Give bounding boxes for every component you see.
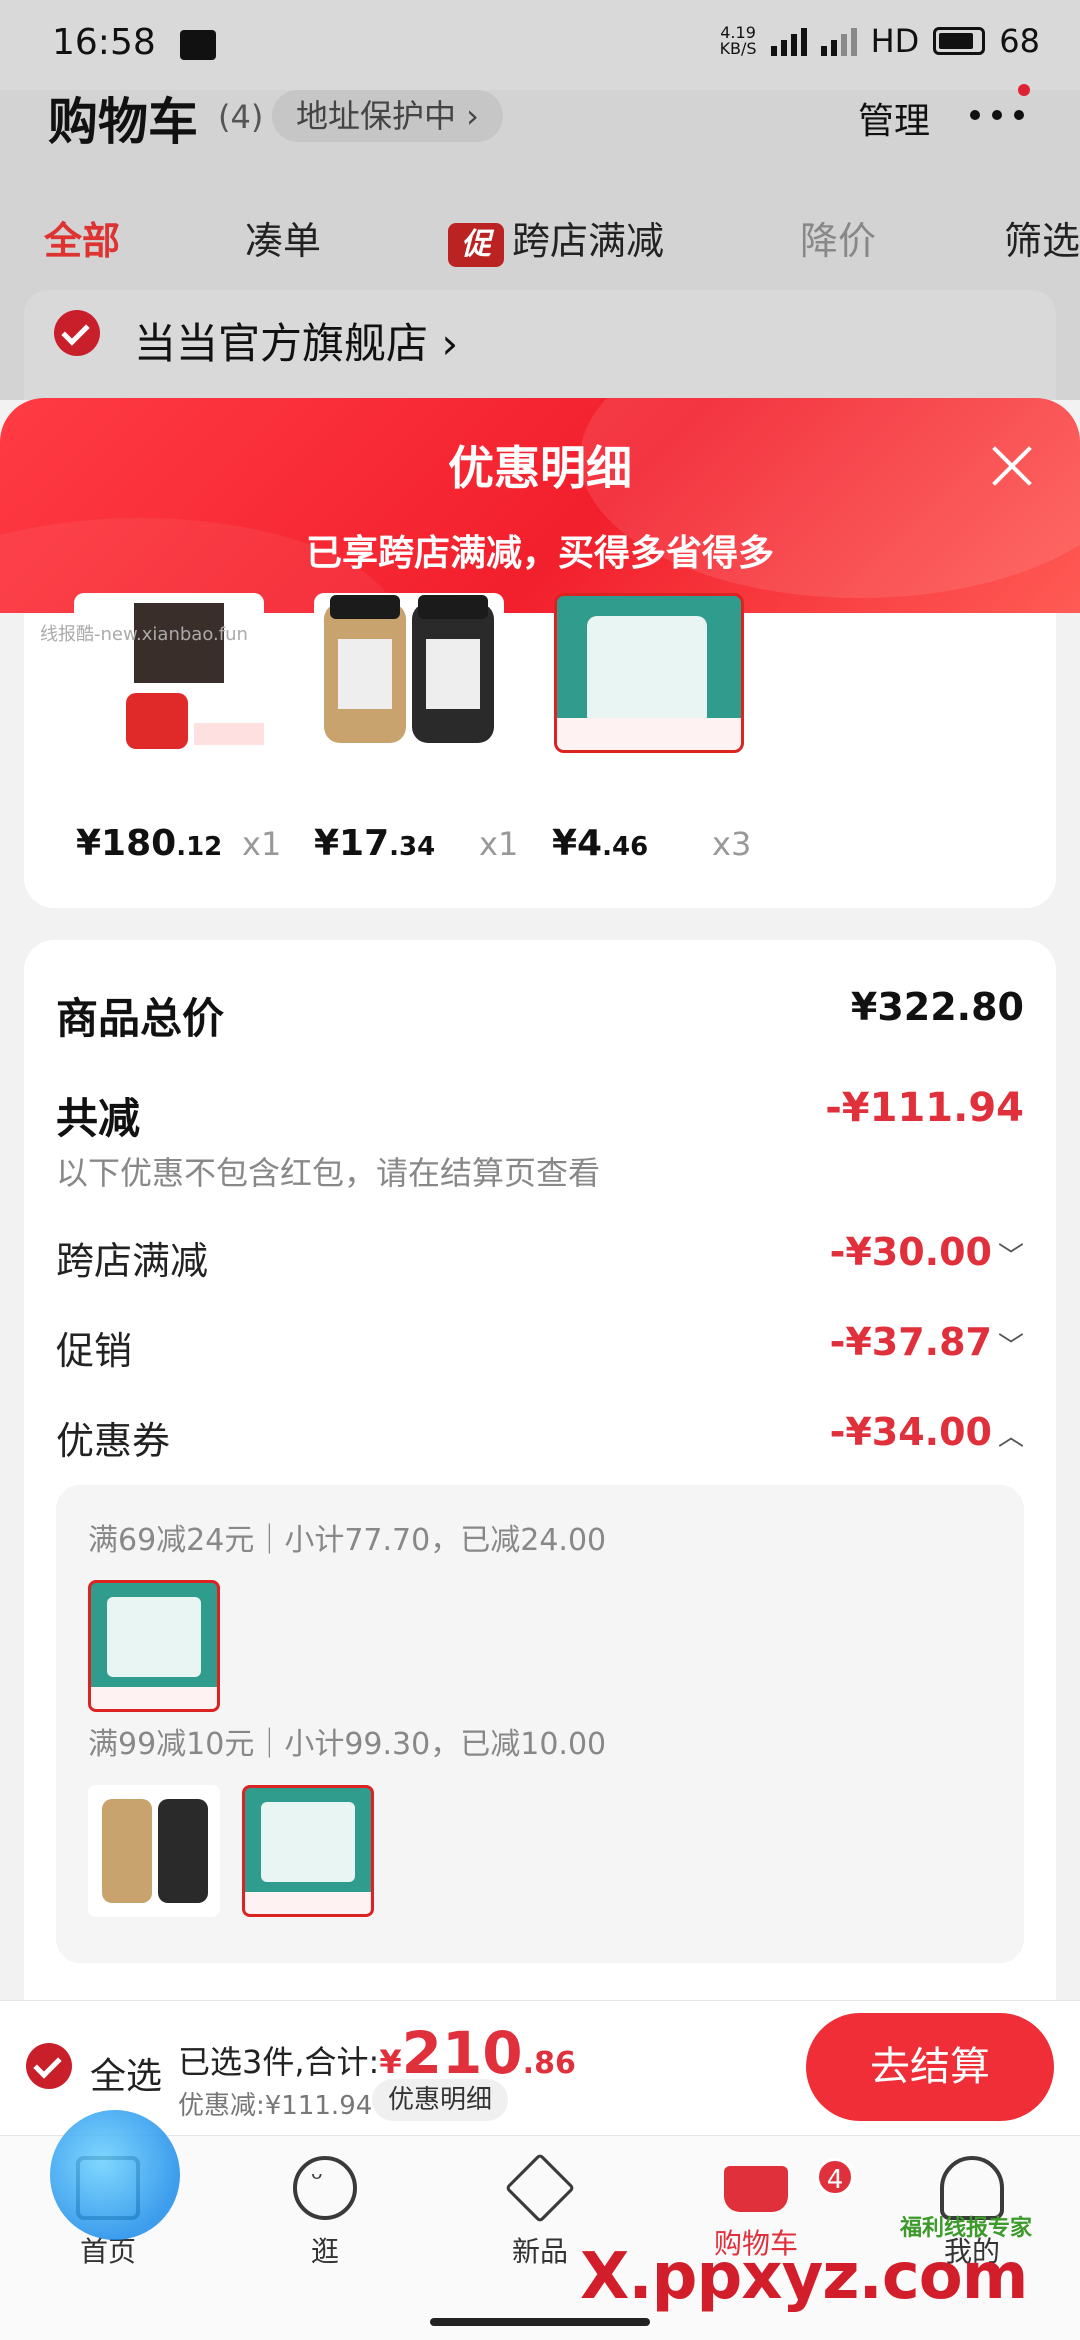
discount-detail-button[interactable]: 优惠明细: [372, 2079, 509, 2121]
home-indicator[interactable]: [430, 2318, 650, 2326]
tab-browse[interactable]: 逛: [245, 2156, 405, 2270]
coupon-row[interactable]: 优惠券 -¥34.00 ︿: [56, 1410, 1024, 1465]
browse-icon: [293, 2156, 357, 2220]
chevron-down-icon: ﹀: [997, 1242, 1024, 1272]
more-icon[interactable]: [970, 84, 1030, 122]
battery-level: 68: [999, 22, 1040, 60]
chevron-up-icon: ︿: [997, 1422, 1024, 1452]
close-icon[interactable]: [988, 442, 1036, 490]
cross-store-row[interactable]: 跨店满减 -¥30.00 ﹀: [56, 1230, 1024, 1285]
cart-icon: 4: [724, 2158, 854, 2212]
address-protect-pill[interactable]: 地址保护中 ›: [272, 90, 503, 142]
tab-cross-store[interactable]: 促跨店满减: [448, 210, 664, 267]
chevron-down-icon: ﹀: [997, 1332, 1024, 1362]
product-qty: x1: [242, 825, 282, 863]
paper-plane-icon: [50, 2110, 180, 2240]
watermark-text: 线报酷-new.xianbao.fun: [40, 624, 248, 645]
coupon-product-image: [88, 1785, 220, 1917]
coupon-product-image: [88, 1580, 220, 1712]
coupon-detail-box: 满69减24元｜小计77.70，已减24.00 满99减10元｜小计99.30，…: [56, 1485, 1024, 1963]
product-image: [74, 593, 264, 753]
cart-count: (4): [218, 98, 264, 136]
tab-all[interactable]: 全部: [44, 210, 120, 265]
signal-5g-icon: [770, 26, 807, 56]
store-name[interactable]: 当当官方旗舰店 ›: [134, 310, 458, 371]
select-all-label[interactable]: 全选: [90, 2047, 162, 2099]
total-reduce-row: 共减 -¥111.94: [56, 1085, 1024, 1146]
discount-text: 优惠减:¥111.94: [178, 2091, 373, 2121]
sheet-header: 优惠明细 已享跨店满减，买得多省得多: [0, 398, 1080, 613]
product-qty: x1: [479, 825, 519, 863]
sheet-title: 优惠明细: [448, 441, 632, 495]
product-qty: x3: [712, 825, 752, 863]
filter-tabs: 全部 凑单 促跨店满减 降价 筛选: [0, 210, 1080, 270]
checkout-bar: 全选 已选3件,合计:¥210.86 优惠减:¥111.94 优惠明细 去结算: [0, 2000, 1080, 2135]
new-icon: [504, 2152, 576, 2224]
checkout-button[interactable]: 去结算: [806, 2013, 1054, 2121]
redpacket-note: 以下优惠不包含红包，请在结算页查看: [56, 1154, 601, 1192]
total-price-row: 商品总价 ¥322.80: [56, 985, 1024, 1046]
total-price-label: 商品总价: [56, 994, 225, 1043]
select-all-check-icon[interactable]: [26, 2043, 72, 2089]
tab-price-drop[interactable]: 降价: [800, 210, 876, 265]
store-check-icon[interactable]: [54, 310, 100, 356]
page-title: 购物车: [48, 93, 198, 151]
total-reduce-value: -¥111.94: [825, 1085, 1024, 1131]
manage-button[interactable]: 管理: [858, 92, 930, 144]
product-price: ¥17.34: [314, 823, 436, 864]
net-speed: 4.19 KB/S: [719, 23, 757, 58]
signal-4g-icon: [820, 26, 857, 56]
price-breakdown-card: 商品总价 ¥322.80 共减 -¥111.94 以下优惠不包含红包，请在结算页…: [24, 940, 1056, 2000]
status-icons: 4.19 KB/S HD 68: [720, 22, 1040, 60]
status-bar: 16:58 4.19 KB/S HD 68: [0, 0, 1080, 90]
watermark-corner: X.ppxyz.com: [580, 2240, 1028, 2314]
promotion-row[interactable]: 促销 -¥37.87 ﹀: [56, 1320, 1024, 1375]
total-price-value: ¥322.80: [850, 985, 1024, 1029]
battery-icon: [933, 27, 986, 55]
tab-bundle[interactable]: 凑单: [245, 210, 321, 265]
total-reduce-label: 共减: [56, 1094, 141, 1143]
checkout-summary: 已选3件,合计:¥210.86: [178, 2019, 576, 2087]
coupon-product-image: [242, 1785, 374, 1917]
coupon-line: 满69减24元｜小计77.70，已减24.00: [88, 1523, 607, 1558]
product-image: [314, 593, 504, 753]
status-time: 16:58: [52, 22, 156, 63]
sheet-subtitle: 已享跨店满减，买得多省得多: [305, 533, 774, 574]
cart-badge: 4: [816, 2158, 854, 2196]
gallery-icon: [180, 30, 216, 60]
hd-label: HD: [870, 22, 920, 60]
product-image: [554, 593, 744, 753]
products-card: ¥180.12 x1 ¥17.34 x1 ¥4.46 x3: [24, 593, 1056, 908]
coupon-line: 满99减10元｜小计99.30，已减10.00: [88, 1727, 607, 1762]
product-price: ¥4.46: [552, 823, 649, 864]
watermark-small: 福利线报专家: [900, 2216, 1033, 2241]
tab-filter[interactable]: 筛选: [1004, 210, 1080, 265]
promo-badge-icon: 促: [448, 223, 504, 267]
product-price: ¥180.12: [76, 823, 223, 864]
